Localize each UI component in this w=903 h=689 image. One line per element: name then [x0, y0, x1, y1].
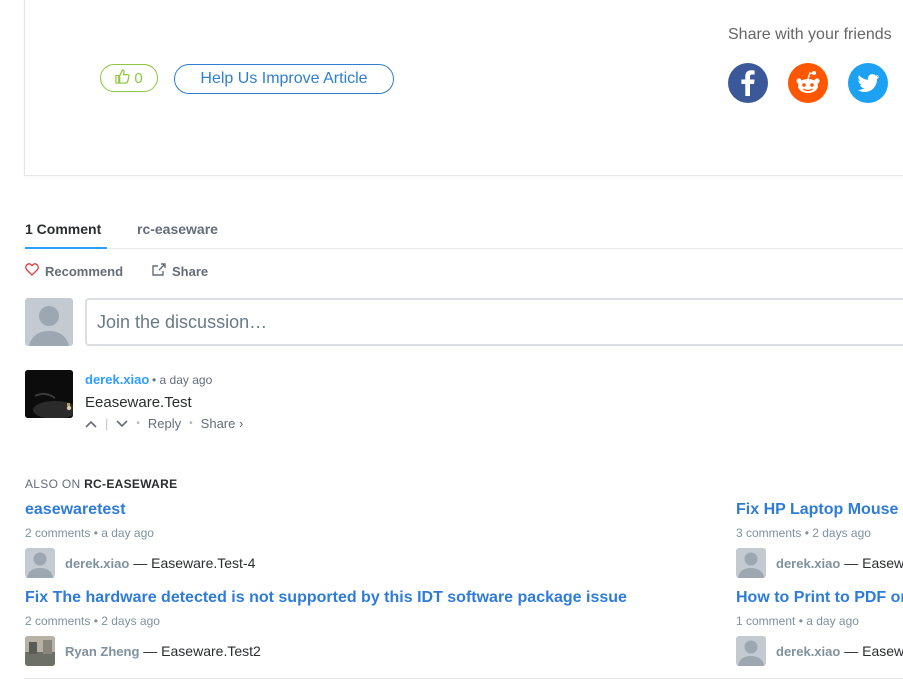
discussion-snippet: — Easeware.Test2: [143, 643, 261, 659]
discussion-link[interactable]: Fix The hardware detected is not support…: [25, 589, 627, 607]
vote-separator: |: [105, 416, 109, 431]
discussion-meta: 3 comments • 2 days ago: [736, 526, 871, 540]
comment-footer: | • Reply • Share ›: [85, 416, 243, 431]
twitter-icon: [857, 74, 879, 92]
discussion-latest-comment[interactable]: Ryan Zheng — Easeware.Test2: [25, 636, 261, 666]
downvote-button[interactable]: [116, 417, 128, 431]
comment-author-avatar[interactable]: [25, 370, 73, 418]
avatar: [736, 548, 766, 578]
avatar: [25, 636, 55, 666]
share-title: Share with your friends: [728, 26, 892, 43]
discussion-user: Ryan Zheng: [65, 644, 140, 659]
tab-comments[interactable]: 1 Comment: [25, 221, 101, 237]
thumbs-up-icon: [115, 68, 130, 88]
twitter-share-button[interactable]: [848, 63, 888, 103]
chevron-up-icon: [85, 420, 97, 428]
comment-author-name[interactable]: derek.xiao: [85, 372, 149, 387]
like-button[interactable]: 0: [100, 64, 158, 92]
reddit-share-button[interactable]: [788, 63, 828, 103]
discussion-user: derek.xiao: [776, 644, 841, 659]
share-icon: [152, 263, 166, 279]
tabs-divider: [24, 248, 903, 249]
reply-link[interactable]: Reply: [148, 416, 181, 431]
help-improve-article-button[interactable]: Help Us Improve Article: [174, 64, 394, 94]
also-on-site: RC-EASEWARE: [84, 477, 178, 491]
avatar: [736, 636, 766, 666]
discussion-snippet: — Easew: [844, 555, 903, 571]
discussion-user: derek.xiao: [776, 556, 841, 571]
also-on-heading: ALSO ON RC-EASEWARE: [25, 477, 177, 491]
like-count: 0: [134, 69, 143, 87]
discussion-meta: 2 comments • a day ago: [25, 526, 154, 540]
discussion-link[interactable]: How to Print to PDF on: [736, 589, 903, 607]
discussion-latest-comment[interactable]: derek.xiao — Easew: [736, 548, 903, 578]
active-tab-indicator: [25, 247, 107, 249]
tab-community[interactable]: rc-easeware: [137, 221, 218, 237]
discussion-link[interactable]: easewaretest: [25, 501, 126, 519]
comment-text: Eeaseware.Test: [85, 394, 192, 411]
also-on-prefix: ALSO ON: [25, 477, 81, 491]
discussion-latest-comment[interactable]: derek.xiao — Easew: [736, 636, 903, 666]
current-user-avatar: [25, 298, 73, 346]
upvote-button[interactable]: [85, 417, 97, 431]
discussion-link[interactable]: Fix HP Laptop Mouse: [736, 501, 898, 519]
section-divider: [24, 678, 903, 679]
discussion-meta: 1 comment • a day ago: [736, 614, 859, 628]
discussion-snippet: — Easeware.Test-4: [133, 555, 256, 571]
chevron-down-icon: [116, 419, 128, 427]
footer-dot: •: [189, 418, 193, 429]
recommend-label: Recommend: [45, 263, 124, 279]
discussion-latest-comment[interactable]: derek.xiao — Easeware.Test-4: [25, 548, 255, 578]
join-discussion-input[interactable]: [85, 298, 903, 346]
discussion-user: derek.xiao: [65, 556, 130, 571]
avatar: [25, 548, 55, 578]
share-label: Share: [172, 263, 209, 279]
discussion-meta: 2 comments • 2 days ago: [25, 614, 160, 628]
recommend-button[interactable]: Recommend: [25, 263, 123, 279]
footer-dot: •: [136, 418, 140, 429]
comment-timestamp[interactable]: • a day ago: [152, 373, 212, 387]
facebook-share-button[interactable]: [728, 63, 768, 103]
facebook-icon: [741, 70, 755, 96]
reddit-icon: [796, 71, 820, 93]
discussion-snippet: — Easew: [844, 643, 903, 659]
heart-icon: [25, 263, 39, 279]
comment-share-link[interactable]: Share ›: [201, 416, 244, 431]
share-button[interactable]: Share: [152, 263, 208, 279]
